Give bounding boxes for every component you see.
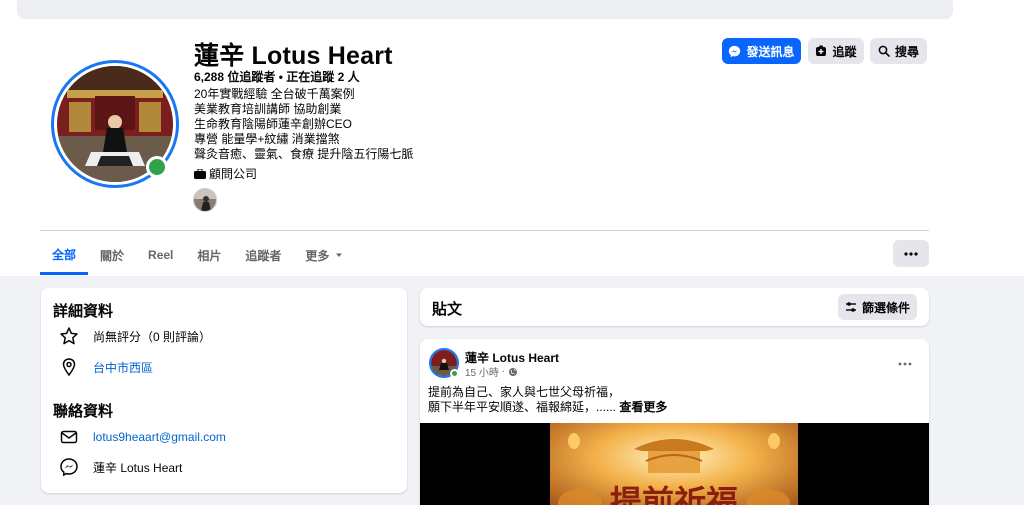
bio-line: 美業教育培訓講師 協助創業 (194, 102, 342, 116)
caret-down-icon (336, 253, 343, 257)
filter-icon (845, 302, 856, 312)
bio-line: 專營 能量學+紋繡 消業擋煞 (194, 132, 340, 146)
ellipsis-icon (904, 251, 918, 256)
details-title: 詳細資料 (53, 303, 114, 320)
category-label: 顧問公司 (209, 167, 258, 181)
page-category: 顧問公司 (194, 165, 257, 182)
search-button[interactable]: 搜尋 (870, 38, 927, 64)
tab-reels[interactable]: Reel (136, 236, 185, 274)
bio-line: 聲灸音癒、靈氣、食療 提升陰五行陽七脈 (194, 147, 414, 161)
messenger-icon (729, 45, 741, 57)
image-caption: 提前祈福 (610, 483, 738, 505)
ellipsis-icon (898, 362, 912, 366)
location-link[interactable]: 台中市西區 (93, 359, 153, 376)
rating-row: 尚無評分（0 則評論） (59, 326, 211, 346)
post-line: 願下半年平安順遂、福報綿延，...... (428, 400, 617, 414)
send-message-label: 發送訊息 (746, 44, 795, 59)
post-body: 提前為自己、家人與七世父母祈福， 願下半年平安順遂、福報綿延，...... 查看… (428, 385, 667, 415)
page-title: 蓮辛 Lotus Heart (194, 42, 393, 70)
meta-separator: · (501, 366, 506, 377)
tab-more-label: 更多 (305, 248, 330, 263)
tab-more[interactable]: 更多 (293, 236, 356, 274)
search-label: 搜尋 (894, 44, 919, 59)
messenger-row: 蓮辛 Lotus Heart (59, 457, 182, 477)
location-row: 台中市西區 (59, 357, 153, 377)
more-options-button[interactable] (893, 240, 929, 267)
post-meta: 15 小時 · (465, 364, 518, 379)
filter-label: 篩選條件 (861, 300, 910, 315)
post-online-dot (450, 369, 459, 378)
posts-title: 貼文 (432, 301, 463, 318)
see-more-link[interactable]: 查看更多 (619, 400, 667, 414)
messenger-name[interactable]: 蓮辛 Lotus Heart (93, 459, 182, 476)
follow-button[interactable]: 追蹤 (808, 38, 864, 64)
cover-photo[interactable] (17, 0, 953, 19)
posts-header-card: 貼文 篩選條件 (420, 288, 929, 326)
follower-avatar-photo (194, 189, 216, 211)
follower-count[interactable]: 6,288 位追蹤者 • 正在追蹤 2 人 (194, 68, 360, 85)
email-link[interactable]: lotus9heaart@gmail.com (93, 430, 226, 444)
contact-title: 聯絡資料 (53, 403, 114, 420)
tab-all[interactable]: 全部 (40, 236, 89, 275)
follow-label: 追蹤 (832, 44, 857, 59)
email-row: lotus9heaart@gmail.com (59, 427, 226, 447)
details-card: 詳細資料 尚無評分（0 則評論） 台中市西區 聯絡資料 lotus9heaart… (41, 288, 407, 493)
messenger-outline-icon (59, 457, 79, 477)
profile-header: 蓮辛 Lotus Heart 6,288 位追蹤者 • 正在追蹤 2 人 20年… (0, 0, 1024, 276)
tab-followers[interactable]: 追蹤者 (233, 236, 293, 274)
send-message-button[interactable]: 發送訊息 (722, 38, 801, 64)
post-card: 蓮辛 Lotus Heart 15 小時 · 提前為自己、家人與七世父母祈福， … (420, 339, 929, 505)
profile-tabs: 全部 關於 Reel 相片 追蹤者 更多 (40, 236, 356, 276)
header-divider (40, 230, 929, 231)
bio-line: 20年實戰經驗 全台破千萬案例 (194, 87, 355, 101)
temple-artwork: 提前祈福 (550, 423, 798, 505)
tab-about[interactable]: 關於 (88, 236, 136, 274)
globe-icon (509, 367, 518, 376)
tab-photos[interactable]: 相片 (185, 236, 233, 274)
post-line: 提前為自己、家人與七世父母祈福， (428, 385, 621, 399)
rating-text: 尚無評分（0 則評論） (93, 329, 212, 344)
follow-icon (816, 45, 827, 56)
location-pin-icon (59, 357, 79, 377)
post-line-2: 願下半年平安順遂、福報綿延，...... 查看更多 (428, 400, 667, 415)
post-image: 提前祈福 (550, 423, 798, 505)
bio-line: 生命教育陰陽師蓮辛創辦CEO (194, 117, 353, 131)
post-time[interactable]: 15 小時 (465, 364, 499, 379)
mail-icon (59, 427, 79, 447)
filter-button[interactable]: 篩選條件 (838, 294, 917, 320)
post-media[interactable]: 提前祈福 (420, 423, 929, 505)
bio: 20年實戰經驗 全台破千萬案例 美業教育培訓講師 協助創業 生命教育陰陽師蓮辛創… (194, 87, 413, 162)
follower-avatar[interactable] (193, 188, 217, 212)
online-status-dot (146, 156, 168, 178)
star-icon (59, 326, 79, 346)
post-options-button[interactable] (898, 353, 912, 371)
search-icon (878, 45, 890, 57)
briefcase-icon (194, 168, 206, 179)
